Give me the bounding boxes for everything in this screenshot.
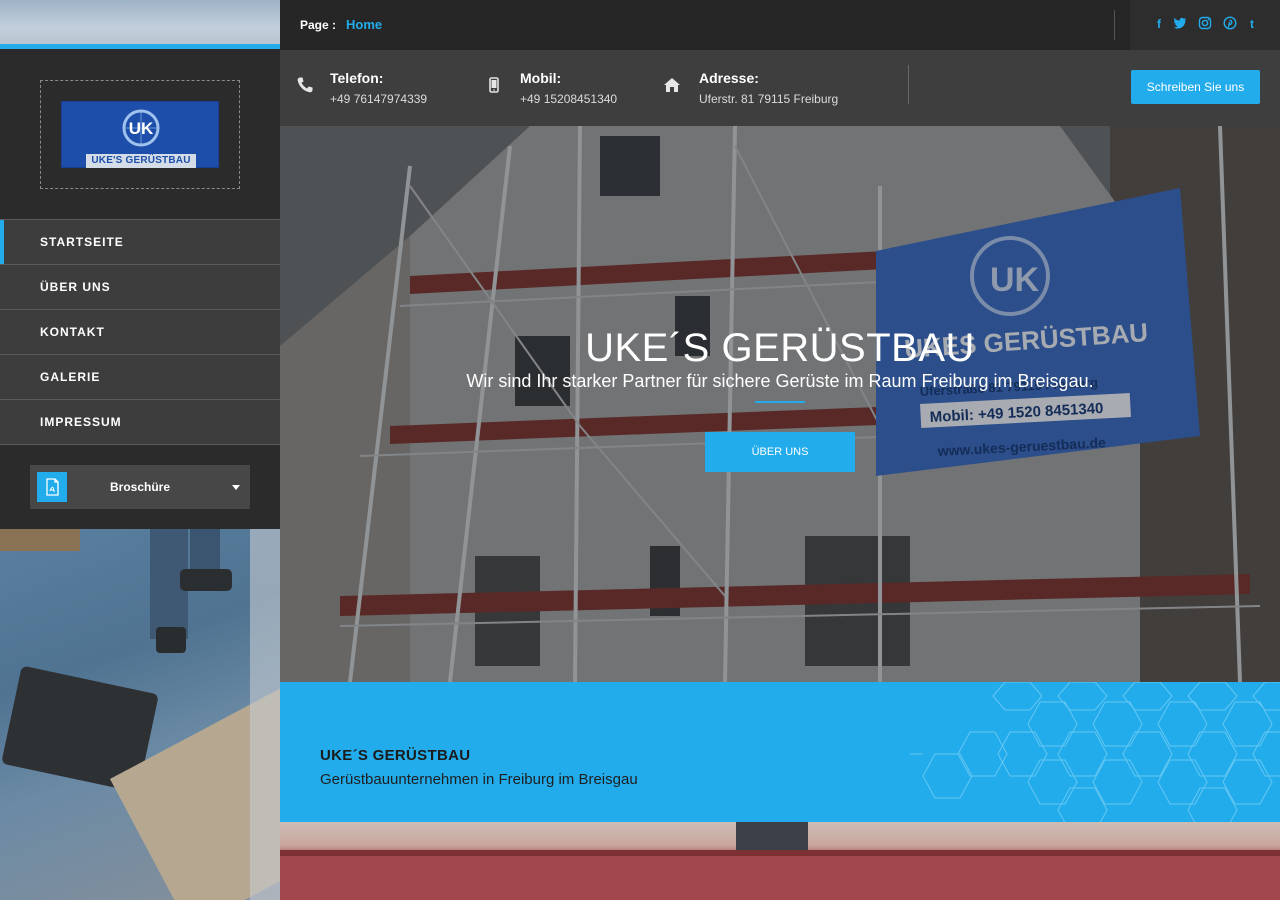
nav-item-label: KONTAKT — [40, 325, 105, 339]
intro-band: UKE´S GERÜSTBAU Gerüstbauunternehmen in … — [280, 682, 1280, 822]
hero-overlay — [280, 126, 1280, 682]
logo[interactable]: UK UKE'S GERÜSTBAU — [61, 101, 219, 168]
logo-text: UKE'S GERÜSTBAU — [86, 154, 196, 168]
gallery-photo-strip — [280, 822, 1280, 900]
home-icon — [664, 78, 680, 92]
pdf-icon — [37, 472, 67, 502]
chevron-down-icon — [232, 485, 240, 490]
address-value: Uferstr. 81 79115 Freiburg — [699, 92, 839, 106]
twitter-icon[interactable] — [1173, 16, 1187, 32]
hero-divider-line — [755, 401, 805, 403]
nav-item-label: GALERIE — [40, 370, 101, 384]
social-links: f t — [1130, 0, 1280, 50]
nav-item-startseite[interactable]: STARTSEITE — [0, 220, 280, 265]
photo-wood — [0, 529, 80, 551]
mobile-value[interactable]: +49 15208451340 — [520, 92, 617, 106]
band-subtitle: Gerüstbauunternehmen in Freiburg im Brei… — [320, 771, 638, 788]
sidebar: UK UKE'S GERÜSTBAU STARTSEITE ÜBER UNS K… — [0, 0, 280, 900]
nav-item-kontakt[interactable]: KONTAKT — [0, 310, 280, 355]
band-title: UKE´S GERÜSTBAU — [320, 747, 471, 764]
nav-item-label: STARTSEITE — [40, 235, 124, 249]
about-us-button[interactable]: ÜBER UNS — [705, 432, 855, 472]
sidebar-photo-top — [0, 0, 280, 46]
address-title: Adresse: — [699, 70, 759, 86]
nav-item-label: ÜBER UNS — [40, 280, 111, 294]
nav-item-label: IMPRESSUM — [40, 415, 122, 429]
brochure-dropdown[interactable]: Broschüre — [30, 465, 250, 509]
nav-item-galerie[interactable]: GALERIE — [0, 355, 280, 400]
phone-value[interactable]: +49 76147974339 — [330, 92, 427, 106]
mobile-title: Mobil: — [520, 70, 562, 86]
hexagon-pattern-decoration — [910, 682, 1280, 822]
instagram-icon[interactable] — [1198, 16, 1212, 32]
brochure-label: Broschüre — [110, 480, 171, 494]
hero-subtitle: Wir sind Ihr starker Partner für sichere… — [466, 371, 1094, 391]
contact-bar: Telefon: +49 76147974339 Mobil: +49 1520… — [280, 50, 1280, 126]
divider — [1114, 10, 1115, 40]
nav-item-ueber-uns[interactable]: ÜBER UNS — [0, 265, 280, 310]
photo-window — [736, 822, 808, 850]
logo-frame[interactable]: UK UKE'S GERÜSTBAU — [40, 80, 240, 189]
write-us-button[interactable]: Schreiben Sie uns — [1131, 70, 1260, 104]
photo-plank-edge — [280, 850, 1280, 856]
photo-shoe — [180, 569, 232, 591]
main-nav: STARTSEITE ÜBER UNS KONTAKT GALERIE IMPR… — [0, 219, 280, 445]
top-bar: Page : Home f t — [280, 0, 1280, 50]
breadcrumb-label: Page : — [300, 18, 337, 32]
divider — [908, 65, 909, 104]
tumblr-icon[interactable]: t — [1245, 16, 1259, 32]
facebook-icon[interactable]: f — [1152, 16, 1166, 32]
sidebar-panel: UK UKE'S GERÜSTBAU STARTSEITE ÜBER UNS K… — [0, 49, 280, 529]
sidebar-photo-bottom — [0, 529, 280, 900]
pinterest-icon[interactable] — [1223, 16, 1237, 32]
phone-icon — [297, 77, 313, 93]
svg-text:UK: UK — [129, 119, 154, 138]
logo-mark-icon: UK — [122, 109, 160, 147]
photo-plank — [280, 850, 1280, 900]
photo-shoe — [156, 627, 186, 653]
mobile-icon — [489, 77, 499, 93]
hero-title: UKE´S GERÜSTBAU — [585, 326, 975, 370]
nav-item-impressum[interactable]: IMPRESSUM — [0, 400, 280, 445]
hero-slider: UK UKES GERÜSTBAU Uferstraße 81 79115 Fr… — [280, 126, 1280, 682]
photo-tarp — [250, 529, 280, 900]
phone-title: Telefon: — [330, 70, 384, 86]
breadcrumb-home-link[interactable]: Home — [346, 0, 382, 50]
